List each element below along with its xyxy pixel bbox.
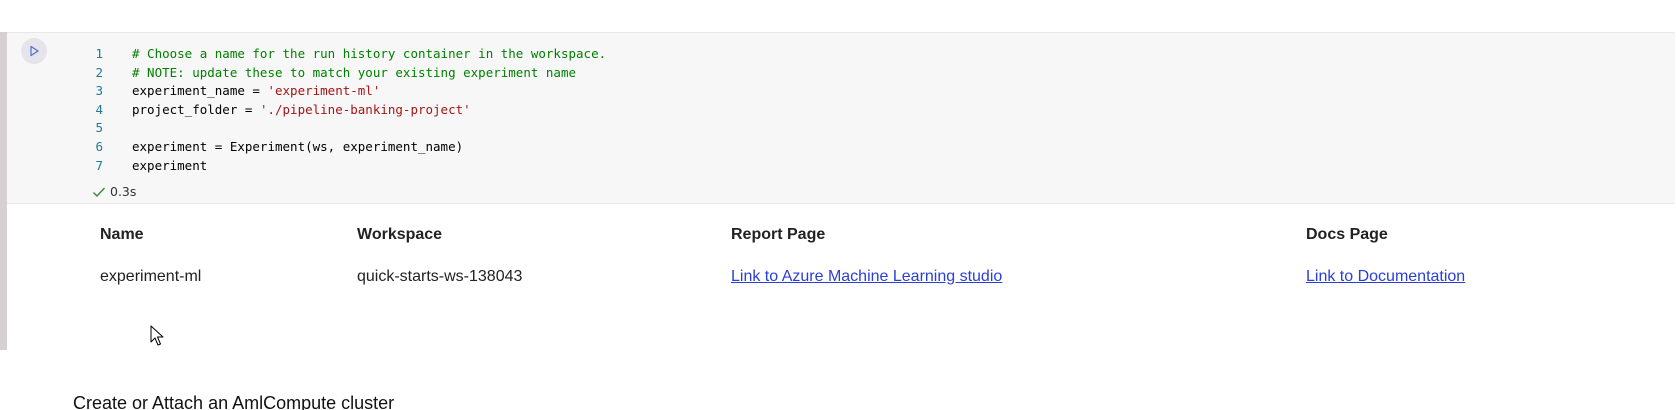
code-line[interactable]: 5	[60, 119, 606, 138]
code-token-comment: # Choose a name for the run history cont…	[132, 46, 607, 61]
code-line[interactable]: 6 experiment = Experiment(ws, experiment_…	[60, 138, 606, 157]
code-line[interactable]: 1 # Choose a name for the run history con…	[60, 45, 606, 64]
line-number: 3	[95, 83, 103, 99]
code-token-string: './pipeline-banking-project'	[259, 101, 471, 117]
code-token-plain: project_folder =	[132, 101, 260, 117]
code-line[interactable]: 7 experiment	[60, 157, 606, 176]
code-editor[interactable]: 1 # Choose a name for the run history con…	[60, 45, 606, 175]
execution-time: 0.3s	[110, 184, 137, 199]
execution-status: 0.3s	[92, 184, 136, 199]
docs-page-link[interactable]: Link to Documentation	[1306, 268, 1465, 286]
code-line[interactable]: 3 experiment_name = 'experiment-ml'	[60, 82, 606, 101]
cell-experiment-name: experiment-ml	[100, 268, 202, 285]
header-name: Name	[100, 226, 144, 243]
code-token-plain: experiment = Experiment(ws, experiment_n…	[132, 138, 464, 154]
code-line[interactable]: 4 project_folder = './pipeline-banking-pr…	[60, 101, 606, 120]
notebook-page: 1 # Choose a name for the run history con…	[0, 0, 1676, 410]
line-number: 6	[95, 138, 103, 154]
cell-workspace: quick-starts-ws-138043	[357, 268, 523, 285]
run-cell-button[interactable]	[21, 38, 47, 64]
header-report-page: Report Page	[731, 226, 826, 243]
code-token-comment: # NOTE: update these to match your exist…	[132, 64, 577, 80]
header-workspace: Workspace	[357, 226, 443, 243]
line-number: 2	[95, 64, 103, 80]
mouse-pointer-icon	[150, 325, 164, 346]
code-token-string: 'experiment-ml'	[267, 83, 381, 99]
code-line[interactable]: 2 # NOTE: update these to match your exis…	[60, 64, 606, 83]
cell-selection-bar[interactable]	[0, 32, 7, 350]
line-number: 7	[95, 157, 103, 173]
code-token-plain: experiment	[132, 157, 208, 173]
report-page-link[interactable]: Link to Azure Machine Learning studio	[731, 268, 1002, 286]
line-number: 1	[95, 46, 103, 61]
header-docs-page: Docs Page	[1306, 226, 1388, 243]
line-number: 4	[95, 101, 103, 117]
line-number: 5	[95, 120, 103, 136]
section-heading: Create or Attach an AmlCompute cluster	[73, 393, 395, 410]
check-icon	[93, 187, 106, 197]
code-token-plain: experiment_name =	[132, 83, 268, 99]
play-icon	[30, 45, 39, 57]
